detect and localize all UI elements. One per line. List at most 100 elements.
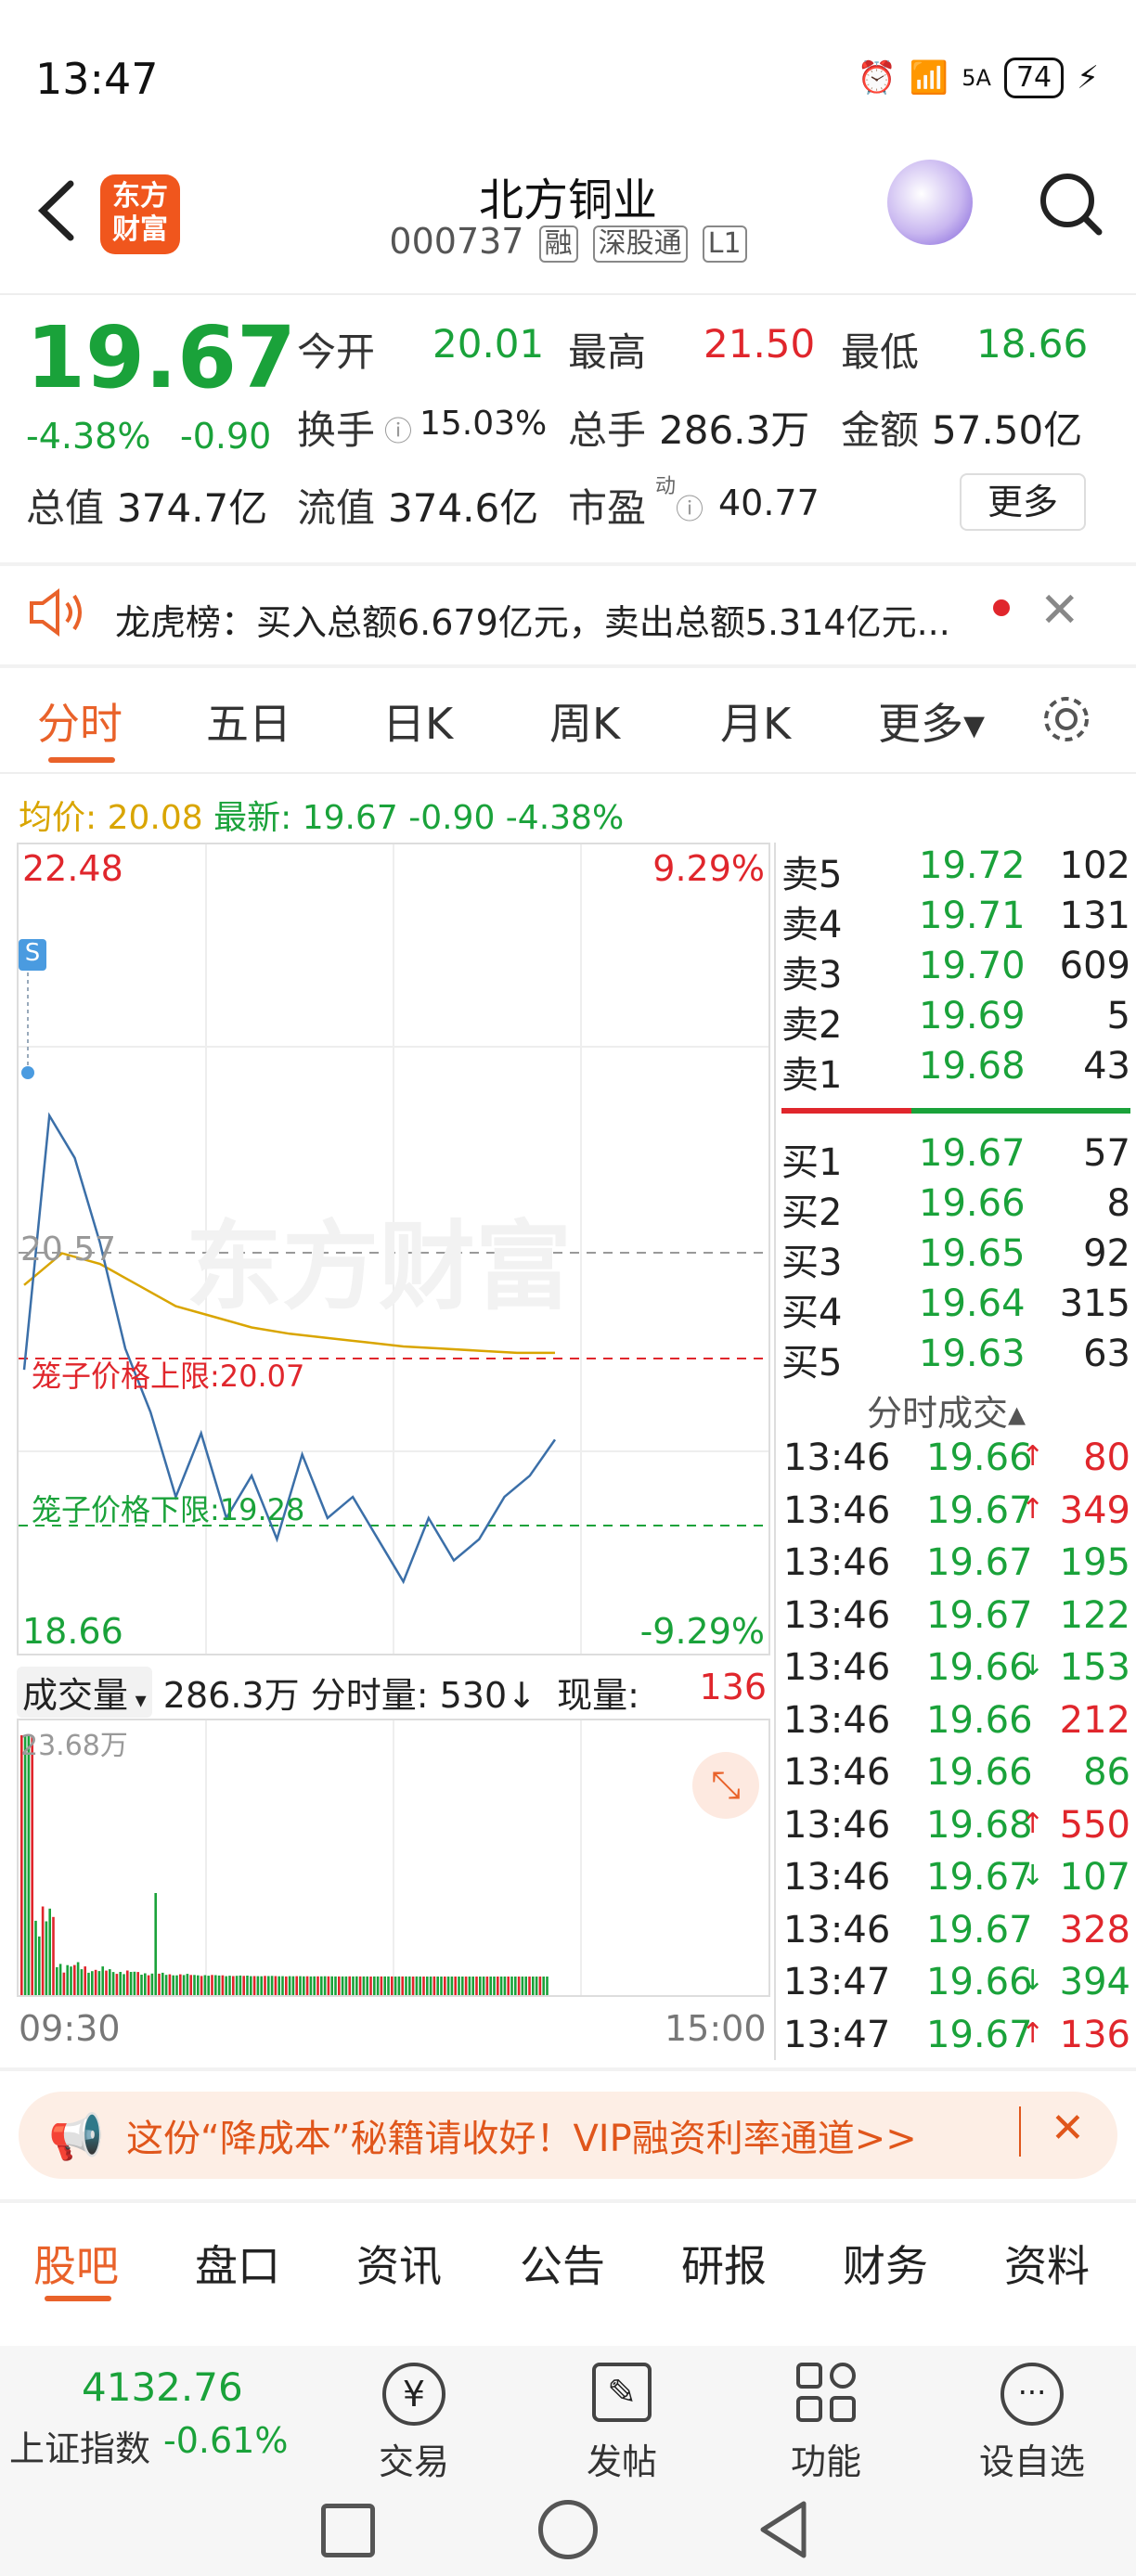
volume-bar (542, 1977, 545, 1995)
ask-row[interactable]: 卖4 19.71 131 (781, 895, 1134, 947)
trade-row: 13:46 19.66 86 (781, 1751, 1134, 1803)
info-icon[interactable]: ⓘ (384, 408, 412, 449)
s-marker[interactable]: S (19, 939, 46, 971)
volume-bar (62, 1972, 66, 1995)
volume-bar (444, 1977, 446, 1995)
search-button[interactable] (1038, 165, 1104, 239)
volume-bar (538, 1977, 542, 1995)
volume-bar (23, 1735, 27, 1995)
pe-info-icon[interactable]: ⓘ (676, 486, 704, 527)
volume-bar (517, 1977, 521, 1995)
tab-financials[interactable]: 财务 (843, 2233, 928, 2294)
volume-bar (320, 1976, 323, 1995)
bid-row[interactable]: 买1 19.67 57 (781, 1132, 1134, 1184)
volume-bar (497, 1977, 499, 1995)
vertical-divider (774, 843, 776, 2060)
volume-bar (493, 1977, 496, 1995)
volume-bar (464, 1977, 468, 1995)
volume-bar (514, 1977, 517, 1995)
index-name[interactable]: 上证指数 (9, 2420, 150, 2471)
volume-bar (270, 1976, 274, 1995)
close-icon: ✕ (1039, 583, 1080, 638)
volume-bar (225, 1976, 227, 1995)
volume-bar (267, 1976, 270, 1995)
post-button[interactable]: ✎ 发帖 (548, 2363, 696, 2484)
ask-row[interactable]: 卖3 19.70 609 (781, 945, 1134, 997)
current-price: 19.67 (26, 308, 297, 407)
volume-bar (355, 1976, 358, 1995)
volume-bar (250, 1976, 252, 1995)
tab-research[interactable]: 研报 (681, 2233, 767, 2294)
volume-bar (189, 1975, 192, 1995)
ask-row[interactable]: 卖5 19.72 102 (781, 844, 1134, 896)
volume-bar (264, 1976, 266, 1995)
close-promo-button[interactable]: ✕ (1051, 2105, 1085, 2152)
volume-bar (313, 1976, 316, 1995)
volume-chart[interactable]: 23.68万 ⤡ (17, 1719, 770, 1997)
tag-level: L1 (702, 225, 747, 263)
robot-avatar[interactable] (887, 160, 973, 245)
trade-price: 19.66 (926, 1698, 1033, 1742)
price-chart[interactable]: 东方财富 22.48 9.29% 18.66 -9.29% 20.57 笼子价格… (17, 843, 770, 1655)
open-value: 20.01 (432, 321, 545, 367)
tab-announcements[interactable]: 公告 (520, 2233, 605, 2294)
news-ticker[interactable]: 龙虎榜：买入总额6.679亿元，卖出总额5.314亿元... (115, 594, 978, 645)
volume-bar (94, 1969, 97, 1995)
ask-row[interactable]: 卖2 19.69 5 (781, 995, 1134, 1047)
bid-row[interactable]: 买3 19.65 92 (781, 1232, 1134, 1284)
expand-button[interactable]: ⤡ (692, 1752, 759, 1819)
ob-label: 买1 (781, 1141, 843, 1184)
functions-button[interactable]: 功能 (752, 2363, 900, 2484)
ob-price: 19.65 (919, 1232, 1026, 1275)
close-news-button[interactable]: ✕ (1039, 583, 1080, 638)
volume-bar (115, 1974, 119, 1995)
tab-news[interactable]: 资讯 (356, 2233, 442, 2294)
tab-pankou[interactable]: 盘口 (195, 2233, 280, 2294)
ask-row[interactable]: 卖1 19.68 43 (781, 1045, 1134, 1097)
trades-title[interactable]: 分时成交▴ (867, 1385, 1026, 1436)
more-button[interactable]: 更多 (960, 473, 1086, 531)
volume-bar (48, 1908, 51, 1995)
volume-bar (126, 1970, 129, 1995)
volume-bar (397, 1976, 401, 1995)
settings-button[interactable] (1038, 690, 1095, 752)
volume-bar (73, 1964, 76, 1995)
tab-weekly-k[interactable]: 周K (549, 690, 620, 752)
system-back-button[interactable] (757, 2500, 811, 2563)
avg-value: 20.08 (107, 799, 203, 837)
float-value: 374.6亿 (388, 485, 539, 531)
tab-daily-k[interactable]: 日K (382, 690, 453, 752)
tab-profile[interactable]: 资料 (1004, 2233, 1090, 2294)
tab-5day[interactable]: 五日 (206, 690, 291, 752)
promo-text[interactable]: 这份“降成本”秘籍请收好！VIP融资利率通道>> (126, 2108, 917, 2162)
index-value[interactable]: 4132.76 (82, 2364, 243, 2410)
tag-connect: 深股通 (592, 225, 688, 263)
trade-price: 19.68 (926, 1803, 1033, 1847)
tab-more[interactable]: 更多▾ (878, 690, 985, 752)
bid-row[interactable]: 买5 19.63 63 (781, 1333, 1134, 1385)
volume-bar (510, 1977, 513, 1995)
home-button[interactable] (538, 2500, 598, 2559)
amount-label: 金额 (841, 407, 920, 453)
volume-bar (458, 1977, 460, 1995)
trade-button[interactable]: ¥ 交易 (340, 2363, 488, 2484)
trade-arrow-icon: ↓ (1021, 1650, 1045, 1682)
bid-row[interactable]: 买4 19.64 315 (781, 1282, 1134, 1334)
volume-bar (369, 1977, 372, 1995)
trade-time: 13:46 (783, 1908, 891, 1951)
bid-row[interactable]: 买2 19.66 8 (781, 1182, 1134, 1234)
volume-bar (34, 1920, 37, 1995)
tab-guba[interactable]: 股吧 (33, 2233, 119, 2294)
tab-intraday[interactable]: 分时 (37, 690, 123, 752)
ob-price: 19.72 (919, 844, 1026, 887)
now-vol-label: 现量: (557, 1675, 639, 1716)
add-watchlist-button[interactable]: ··· 设自选 (958, 2363, 1106, 2484)
volume-bar (291, 1976, 295, 1995)
volume-bar (341, 1976, 344, 1995)
volume-bar (288, 1976, 291, 1995)
volume-selector[interactable]: 成交量 ▾ (17, 1667, 152, 1718)
recents-button[interactable] (321, 2504, 375, 2557)
trade-volume: 107 (1059, 1856, 1130, 1899)
tab-monthly-k[interactable]: 月K (720, 690, 791, 752)
volume-bar (70, 1966, 72, 1995)
